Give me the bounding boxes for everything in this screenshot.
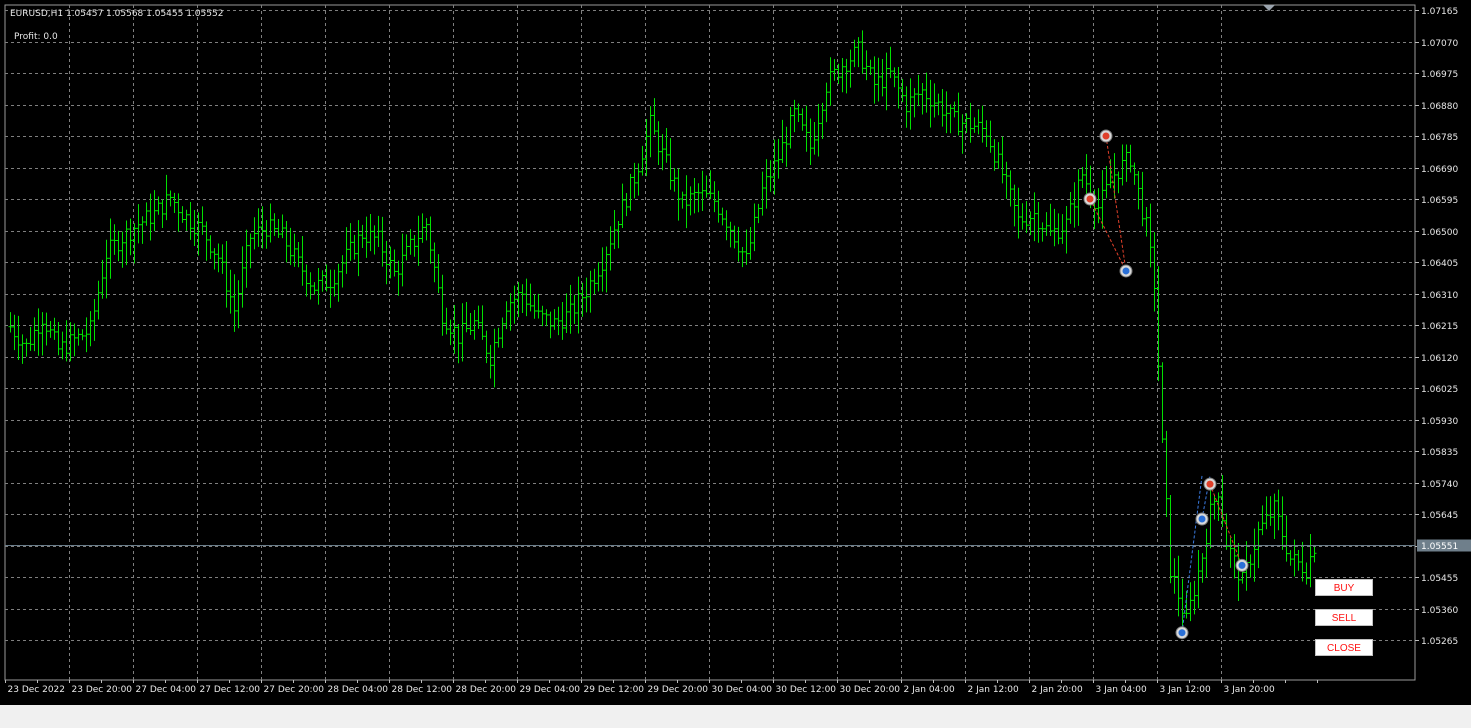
x-tick-label: 28 Dec 04:00: [328, 685, 389, 695]
y-tick-label: 1.05360: [1421, 606, 1458, 616]
x-tick-label: 3 Jan 20:00: [1224, 685, 1276, 695]
y-tick-label: 1.06215: [1421, 322, 1458, 332]
x-tick-label: 29 Dec 04:00: [520, 685, 581, 695]
symbol-info-line: EURUSD,H1 1.05457 1.05568 1.05455 1.0555…: [10, 9, 224, 19]
buy-button[interactable]: BUY: [1315, 579, 1373, 596]
x-tick-label: 27 Dec 12:00: [200, 685, 261, 695]
y-tick-label: 1.06025: [1421, 385, 1458, 395]
y-tick-label: 1.06500: [1421, 228, 1458, 238]
y-tick-label: 1.05645: [1421, 511, 1458, 521]
x-tick-label: 30 Dec 20:00: [840, 685, 901, 695]
buy-trade-marker-icon[interactable]: [1119, 264, 1133, 278]
sell-trade-marker-icon[interactable]: [1083, 192, 1097, 206]
x-tick-label: 27 Dec 04:00: [136, 685, 197, 695]
x-tick-label: 30 Dec 12:00: [776, 685, 837, 695]
x-tick-label: 23 Dec 2022: [8, 685, 66, 695]
chart-shift-marker-icon[interactable]: [1263, 5, 1275, 11]
y-tick-label: 1.06310: [1421, 291, 1458, 301]
x-tick-label: 30 Dec 04:00: [712, 685, 773, 695]
y-tick-label: 1.07070: [1421, 39, 1458, 49]
current-price-label: 1.05551: [1421, 542, 1458, 552]
y-tick-label: 1.07165: [1421, 7, 1458, 17]
buy-trade-marker-icon[interactable]: [1195, 512, 1209, 526]
x-tick-label: 3 Jan 04:00: [1096, 685, 1148, 695]
x-tick-label: 28 Dec 20:00: [456, 685, 517, 695]
x-tick-label: 2 Jan 04:00: [904, 685, 956, 695]
x-tick-label: 29 Dec 12:00: [584, 685, 645, 695]
y-tick-label: 1.06785: [1421, 133, 1458, 143]
sell-button[interactable]: SELL: [1315, 609, 1373, 626]
y-tick-label: 1.05265: [1421, 637, 1458, 647]
x-tick-label: 23 Dec 20:00: [72, 685, 133, 695]
y-tick-label: 1.06120: [1421, 354, 1458, 364]
y-tick-label: 1.05930: [1421, 417, 1458, 427]
x-tick-label: 29 Dec 20:00: [648, 685, 709, 695]
x-tick-label: 27 Dec 20:00: [264, 685, 325, 695]
x-tick-label: 2 Jan 12:00: [968, 685, 1020, 695]
y-tick-label: 1.06975: [1421, 70, 1458, 80]
y-tick-label: 1.05835: [1421, 448, 1458, 458]
profit-label: Profit: 0.0: [14, 32, 58, 42]
y-tick-label: 1.06405: [1421, 259, 1458, 269]
bottom-status-strip: [0, 705, 1471, 728]
x-tick-label: 3 Jan 12:00: [1160, 685, 1212, 695]
y-tick-label: 1.06880: [1421, 102, 1458, 112]
buy-trade-marker-icon[interactable]: [1235, 558, 1249, 572]
buy-trade-marker-icon[interactable]: [1175, 626, 1189, 640]
x-tick-label: 2 Jan 20:00: [1032, 685, 1084, 695]
close-button[interactable]: CLOSE: [1315, 639, 1373, 656]
y-tick-label: 1.05455: [1421, 574, 1458, 584]
sell-trade-marker-icon[interactable]: [1203, 477, 1217, 491]
price-chart[interactable]: 1.07165 1.07070 1.06975 1.06880 1.06785 1.066…: [0, 0, 1471, 705]
y-tick-label: 1.06690: [1421, 165, 1458, 175]
trading-terminal-chart-window: 1.07165 1.07070 1.06975 1.06880 1.06785 1.066…: [0, 0, 1471, 728]
sell-trade-marker-icon[interactable]: [1099, 129, 1113, 143]
x-tick-label: 28 Dec 12:00: [392, 685, 453, 695]
y-tick-label: 1.05740: [1421, 480, 1458, 490]
y-tick-label: 1.06595: [1421, 196, 1458, 206]
